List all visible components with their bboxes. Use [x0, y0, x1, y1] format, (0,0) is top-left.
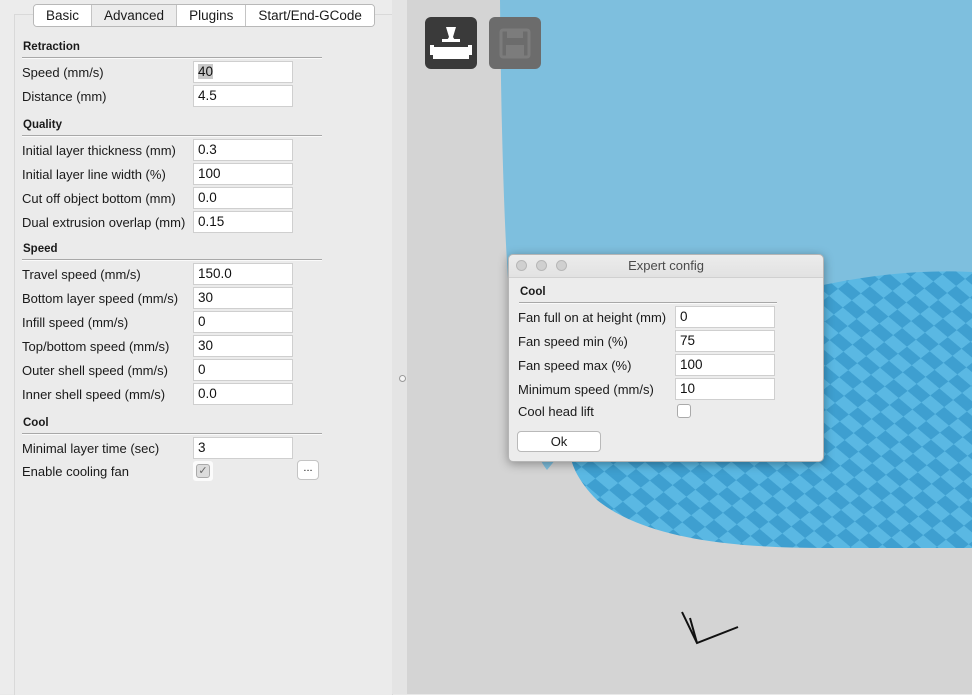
- load-model-button[interactable]: [425, 17, 477, 69]
- dialog-title: Expert config: [628, 258, 704, 273]
- dual-extrusion-overlap-input[interactable]: 0.15: [193, 211, 293, 233]
- fan-speed-max-label: Fan speed max (%): [518, 358, 632, 373]
- tab-start-end-gcode[interactable]: Start/End-GCode: [246, 5, 374, 26]
- section-divider: [22, 259, 322, 261]
- section-divider: [519, 302, 777, 304]
- settings-panel: Basic Advanced Plugins Start/End-GCode R…: [0, 0, 407, 695]
- panel-splitter[interactable]: [392, 0, 407, 694]
- outer-shell-speed-label: Outer shell speed (mm/s): [22, 363, 168, 378]
- initial-layer-width-label: Initial layer line width (%): [22, 167, 166, 182]
- initial-layer-thickness-input[interactable]: 0.3: [193, 139, 293, 161]
- expert-config-dialog: Expert config Cool Fan full on at height…: [508, 254, 824, 462]
- dual-extrusion-overlap-label: Dual extrusion overlap (mm): [22, 215, 186, 230]
- travel-speed-label: Travel speed (mm/s): [22, 267, 141, 282]
- cool-expert-settings-button[interactable]: ...: [297, 460, 319, 480]
- minimal-layer-time-label: Minimal layer time (sec): [22, 441, 160, 456]
- outer-shell-speed-input[interactable]: 0: [193, 359, 293, 381]
- retraction-distance-label: Distance (mm): [22, 89, 107, 104]
- retraction-speed-input[interactable]: 40: [193, 61, 293, 83]
- retraction-speed-label: Speed (mm/s): [22, 65, 104, 80]
- bottom-layer-speed-label: Bottom layer speed (mm/s): [22, 291, 179, 306]
- fan-full-height-label: Fan full on at height (mm): [518, 310, 667, 325]
- bottom-layer-speed-input[interactable]: 30: [193, 287, 293, 309]
- dialog-section-title-cool: Cool: [520, 286, 546, 298]
- retraction-distance-input[interactable]: 4.5: [193, 85, 293, 107]
- initial-layer-thickness-label: Initial layer thickness (mm): [22, 143, 176, 158]
- splitter-handle[interactable]: [399, 375, 406, 382]
- save-floppy-icon: [499, 28, 531, 59]
- cut-off-bottom-label: Cut off object bottom (mm): [22, 191, 176, 206]
- minimum-speed-label: Minimum speed (mm/s): [518, 382, 654, 397]
- infill-speed-input[interactable]: 0: [193, 311, 293, 333]
- minimal-layer-time-input[interactable]: 3: [193, 437, 293, 459]
- fan-speed-max-input[interactable]: 100: [675, 354, 775, 376]
- section-divider: [22, 433, 322, 435]
- section-title-retraction: Retraction: [23, 41, 80, 53]
- inner-shell-speed-input[interactable]: 0.0: [193, 383, 293, 405]
- section-title-speed: Speed: [23, 243, 58, 255]
- tab-advanced[interactable]: Advanced: [92, 5, 178, 26]
- enable-cooling-fan-checkbox[interactable]: ✓: [196, 464, 210, 478]
- inner-shell-speed-label: Inner shell speed (mm/s): [22, 387, 166, 402]
- save-gcode-button[interactable]: [489, 17, 541, 69]
- top-bottom-speed-label: Top/bottom speed (mm/s): [22, 339, 170, 354]
- settings-tabs: Basic Advanced Plugins Start/End-GCode: [33, 4, 375, 27]
- infill-speed-label: Infill speed (mm/s): [22, 315, 129, 330]
- fan-full-height-input[interactable]: 0: [675, 306, 775, 328]
- initial-layer-width-input[interactable]: 100: [193, 163, 293, 185]
- section-divider: [22, 57, 322, 59]
- enable-cooling-fan-label: Enable cooling fan: [22, 464, 129, 479]
- cool-head-lift-label: Cool head lift: [518, 404, 594, 419]
- axis-indicator: [681, 611, 739, 645]
- tab-basic[interactable]: Basic: [34, 5, 93, 26]
- dialog-titlebar[interactable]: Expert config: [509, 255, 823, 278]
- tab-plugins[interactable]: Plugins: [177, 5, 247, 26]
- fan-speed-min-label: Fan speed min (%): [518, 334, 628, 349]
- section-title-cool: Cool: [23, 417, 49, 429]
- section-title-quality: Quality: [23, 119, 62, 131]
- top-bottom-speed-input[interactable]: 30: [193, 335, 293, 357]
- cool-head-lift-checkbox[interactable]: [677, 404, 691, 418]
- section-divider: [22, 135, 322, 137]
- ok-button[interactable]: Ok: [517, 431, 601, 452]
- minimum-speed-input[interactable]: 10: [675, 378, 775, 400]
- travel-speed-input[interactable]: 150.0: [193, 263, 293, 285]
- load-model-icon: [430, 27, 472, 59]
- cut-off-bottom-input[interactable]: 0.0: [193, 187, 293, 209]
- fan-speed-min-input[interactable]: 75: [675, 330, 775, 352]
